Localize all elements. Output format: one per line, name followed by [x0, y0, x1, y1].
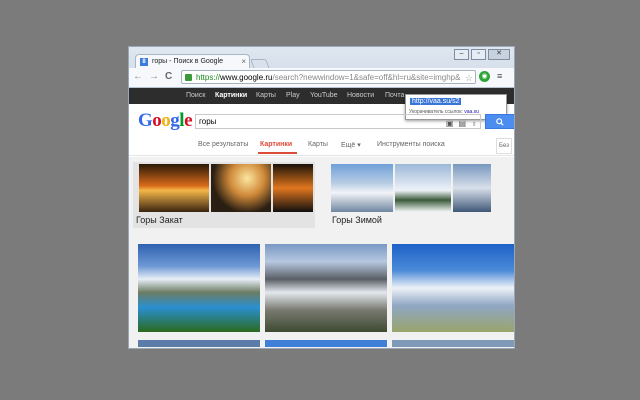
- lock-icon: [185, 74, 192, 81]
- window-controls: – ▫ ✕: [454, 49, 510, 60]
- google-favicon-icon: 8: [140, 58, 148, 66]
- result-image[interactable]: [453, 164, 491, 212]
- google-logo[interactable]: Google: [138, 110, 192, 132]
- tab-all-results[interactable]: Все результаты: [198, 141, 248, 148]
- search-tools: ▣ ▤ ♁: [446, 117, 477, 130]
- result-image[interactable]: [211, 164, 271, 212]
- url-host: www.google.ru: [220, 73, 273, 82]
- tab-images[interactable]: Картинки: [260, 141, 292, 148]
- search-tabs: Все результаты Картинки Карты Ещё ▾ Инст…: [129, 137, 514, 156]
- cluster-sunset[interactable]: Горы Закат: [133, 162, 315, 228]
- minimize-button[interactable]: –: [454, 49, 469, 60]
- tab-close-icon[interactable]: ×: [241, 55, 246, 69]
- result-image[interactable]: [392, 340, 514, 347]
- tab-title: горы - Поиск в Google: [152, 58, 224, 65]
- result-image[interactable]: [395, 164, 451, 212]
- browser-tabstrip: – ▫ ✕ 8 горы - Поиск в Google × ← → C ht…: [129, 47, 514, 88]
- address-bar[interactable]: https://www.google.ru/search?newwindow=1…: [181, 70, 476, 84]
- logo-letter: e: [184, 110, 192, 131]
- url-path: /search?newwindow=1&safe=off&hl=ru&site=…: [272, 73, 461, 82]
- tab-search-tools[interactable]: Инструменты поиска: [377, 141, 445, 148]
- result-image[interactable]: [273, 164, 313, 212]
- short-url-text[interactable]: http://vaa.su/s2: [410, 98, 462, 105]
- url-shortener-extension-icon[interactable]: ◉: [479, 71, 490, 82]
- bookmark-star-icon[interactable]: ☆: [465, 71, 473, 83]
- close-window-button[interactable]: ✕: [488, 49, 510, 60]
- gbar-item-search[interactable]: Поиск: [186, 88, 205, 104]
- tab-more[interactable]: Ещё ▾: [341, 141, 361, 149]
- logo-letter: o: [161, 110, 171, 131]
- search-query: горы: [199, 117, 217, 126]
- result-image[interactable]: [331, 164, 393, 212]
- camera-icon[interactable]: ▣: [446, 117, 454, 130]
- forward-button[interactable]: →: [149, 71, 159, 82]
- search-icon: [496, 118, 504, 126]
- logo-letter: g: [170, 110, 180, 131]
- gbar-item-youtube[interactable]: YouTube: [310, 88, 338, 104]
- gbar-item-mail[interactable]: Почта: [385, 88, 404, 104]
- mic-icon[interactable]: ♁: [471, 117, 477, 130]
- result-image[interactable]: [138, 340, 260, 347]
- reload-button[interactable]: C: [165, 71, 172, 82]
- search-button[interactable]: [485, 114, 514, 129]
- result-image[interactable]: [139, 164, 209, 212]
- result-image[interactable]: [392, 244, 514, 332]
- keyboard-icon[interactable]: ▤: [458, 117, 466, 130]
- gbar-item-play[interactable]: Play: [286, 88, 300, 104]
- result-image[interactable]: [265, 340, 387, 347]
- url-scheme: https://: [196, 73, 221, 82]
- active-tab-underline: [258, 152, 297, 154]
- result-image[interactable]: [138, 244, 260, 332]
- image-results: Горы Закат Горы Зимой: [129, 157, 514, 348]
- browser-tab[interactable]: 8 горы - Поиск в Google ×: [135, 54, 250, 68]
- browser-window: – ▫ ✕ 8 горы - Поиск в Google × ← → C ht…: [128, 46, 515, 349]
- cluster-label: Горы Зимой: [332, 215, 382, 225]
- search-input[interactable]: горы ▣ ▤ ♁: [195, 114, 481, 129]
- gbar-item-news[interactable]: Новости: [347, 88, 374, 104]
- cluster-winter[interactable]: Горы Зимой: [329, 162, 511, 228]
- safesearch-button[interactable]: Без: [496, 138, 512, 154]
- navigation-toolbar: ← → C https://www.google.ru/search?newwi…: [129, 68, 514, 88]
- tab-maps[interactable]: Карты: [308, 141, 328, 148]
- result-image[interactable]: [265, 244, 387, 332]
- back-button[interactable]: ←: [133, 71, 143, 82]
- logo-letter: G: [138, 110, 153, 131]
- gbar-item-maps[interactable]: Карты: [256, 88, 276, 104]
- maximize-button[interactable]: ▫: [471, 49, 486, 60]
- chrome-menu-icon[interactable]: ≡: [497, 71, 507, 81]
- logo-letter: o: [152, 110, 162, 131]
- cluster-label: Горы Закат: [136, 215, 183, 225]
- gbar-item-images[interactable]: Картинки: [215, 88, 247, 104]
